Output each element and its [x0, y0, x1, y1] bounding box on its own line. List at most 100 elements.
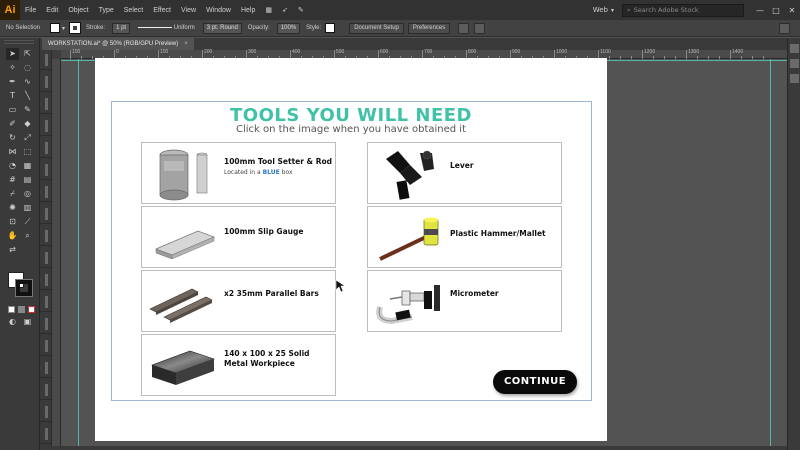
workspace-switcher[interactable]: Web ▾ [593, 6, 614, 14]
minimize-button[interactable]: — [752, 6, 768, 15]
menu-type[interactable]: Type [94, 7, 119, 14]
panel-tab-6[interactable] [40, 160, 52, 180]
card-hammer[interactable]: Plastic Hammer/Mallet [367, 206, 562, 268]
panel-icon-3[interactable] [789, 74, 799, 83]
menu-help[interactable]: Help [236, 7, 260, 14]
rotate-tool-icon[interactable]: ↻ [6, 132, 19, 144]
scale-tool-icon[interactable]: ⤢ [21, 132, 34, 144]
type-tool-icon[interactable]: T [6, 90, 19, 102]
vertical-ruler[interactable] [52, 59, 61, 450]
column-graph-tool-icon[interactable]: ▥ [21, 202, 34, 214]
gradient-mode-icon[interactable] [18, 306, 25, 313]
free-transform-tool-icon[interactable]: ⬚ [21, 146, 34, 158]
zoom-tool-icon[interactable]: ⌕ [21, 230, 34, 242]
paintbrush-tool-icon[interactable]: ✎ [21, 104, 34, 116]
gpu-rocket-icon[interactable]: ➶ [277, 6, 293, 14]
panel-menu-icon[interactable] [779, 22, 790, 34]
card-parallel-bars[interactable]: x2 35mm Parallel Bars [141, 270, 336, 332]
opacity-field[interactable]: 100% [276, 22, 301, 34]
panel-tab-5[interactable] [40, 138, 52, 158]
selection-tool-icon[interactable]: ➤ [6, 48, 19, 60]
arrange-documents-icon[interactable]: ▦ [260, 6, 277, 14]
swap-fill-stroke-icon[interactable]: ⇄ [6, 244, 19, 256]
stroke-color-box[interactable] [15, 279, 33, 297]
eyedropper-tool-icon[interactable]: ⌿ [6, 188, 19, 200]
card-workpiece[interactable]: 140 x 100 x 25 Solid Metal Workpiece [141, 334, 336, 396]
gradient-tool-icon[interactable]: ▤ [21, 174, 34, 186]
artboard-tool-icon[interactable]: ⊡ [6, 216, 19, 228]
brush-definition-select[interactable]: 3 pt. Round [202, 22, 242, 34]
eraser-tool-icon[interactable]: ◆ [21, 118, 34, 130]
menu-view[interactable]: View [176, 7, 201, 14]
panel-tab-8[interactable] [40, 204, 52, 224]
panel-tab-4[interactable] [40, 116, 52, 136]
mesh-tool-icon[interactable]: # [6, 174, 19, 186]
panel-icon-1[interactable] [789, 44, 799, 53]
menu-file[interactable]: File [20, 7, 41, 14]
menu-select[interactable]: Select [119, 7, 148, 14]
blend-tool-icon[interactable]: ◎ [21, 188, 34, 200]
menu-window[interactable]: Window [201, 7, 236, 14]
panel-tab-16[interactable] [40, 380, 52, 400]
vertical-guide[interactable] [770, 59, 771, 450]
screen-mode-icon[interactable]: ▣ [21, 316, 34, 328]
curvature-tool-icon[interactable]: ∿ [21, 76, 34, 88]
slice-tool-icon[interactable]: ⟋ [21, 216, 34, 228]
pen-tool-icon[interactable]: ✒ [6, 76, 19, 88]
panel-tab-13[interactable] [40, 314, 52, 334]
continue-button[interactable]: CONTINUE [493, 370, 577, 394]
align-icon[interactable] [474, 22, 486, 34]
brush-icon[interactable]: ✎ [293, 6, 309, 14]
panel-tab-3[interactable] [40, 94, 52, 114]
card-micrometer[interactable]: Micrometer [367, 270, 562, 332]
panel-tab-15[interactable] [40, 358, 52, 378]
panel-icon-2[interactable] [789, 59, 799, 68]
card-tool-setter[interactable]: 100mm Tool Setter & Rod Located in a BLU… [141, 142, 336, 204]
shape-builder-tool-icon[interactable]: ◔ [6, 160, 19, 172]
card-lever[interactable]: Lever [367, 142, 562, 204]
close-tab-icon[interactable]: × [184, 41, 188, 47]
panel-tab-18[interactable] [40, 424, 52, 444]
menu-object[interactable]: Object [63, 7, 93, 14]
fill-dropdown-icon[interactable]: ▾ [62, 25, 65, 32]
select-similar-icon[interactable] [458, 22, 470, 34]
card-slip-gauge[interactable]: 100mm Slip Gauge [141, 206, 336, 268]
panel-tab-1[interactable] [40, 50, 52, 70]
panel-tab-12[interactable] [40, 292, 52, 312]
vertical-guide[interactable] [78, 59, 79, 450]
artboard[interactable]: TOOLS YOU WILL NEED Click on the image w… [95, 58, 607, 441]
shaper-tool-icon[interactable]: ✐ [6, 118, 19, 130]
panel-tab-11[interactable] [40, 270, 52, 290]
close-window-button[interactable]: ✕ [784, 6, 800, 15]
fill-swatch[interactable] [50, 23, 61, 33]
stroke-swatch[interactable] [69, 22, 82, 34]
document-setup-button[interactable]: Document Setup [349, 22, 404, 34]
panel-tab-17[interactable] [40, 402, 52, 422]
menu-edit[interactable]: Edit [41, 7, 63, 14]
lasso-tool-icon[interactable]: ◌ [21, 62, 34, 74]
panel-tab-9[interactable] [40, 226, 52, 246]
color-mode-icon[interactable] [8, 306, 15, 313]
width-tool-icon[interactable]: ⋈ [6, 146, 19, 158]
none-mode-icon[interactable] [28, 306, 35, 313]
stock-search-input[interactable]: ⌕ Search Adobe Stock [622, 3, 744, 17]
rectangle-tool-icon[interactable]: ▭ [6, 104, 19, 116]
ruler-origin[interactable] [52, 50, 61, 59]
graphic-style-swatch[interactable] [325, 23, 336, 33]
preferences-button[interactable]: Preferences [407, 22, 451, 34]
tools-grip[interactable] [4, 40, 34, 44]
panel-tab-2[interactable] [40, 72, 52, 92]
symbol-sprayer-tool-icon[interactable]: ✺ [6, 202, 19, 214]
stroke-weight-field[interactable]: 1 pt [112, 22, 131, 34]
panel-tab-14[interactable] [40, 336, 52, 356]
panel-tab-10[interactable] [40, 248, 52, 268]
draw-mode-icon[interactable]: ◐ [6, 316, 19, 328]
line-tool-icon[interactable]: ╲ [21, 90, 34, 102]
hand-tool-icon[interactable]: ✋ [6, 230, 19, 242]
perspective-grid-tool-icon[interactable]: ▦ [21, 160, 34, 172]
panel-tab-7[interactable] [40, 182, 52, 202]
magic-wand-tool-icon[interactable]: ✧ [6, 62, 19, 74]
stroke-profile-select[interactable]: Uniform [138, 25, 195, 31]
maximize-button[interactable]: □ [768, 6, 784, 15]
menu-effect[interactable]: Effect [148, 7, 176, 14]
